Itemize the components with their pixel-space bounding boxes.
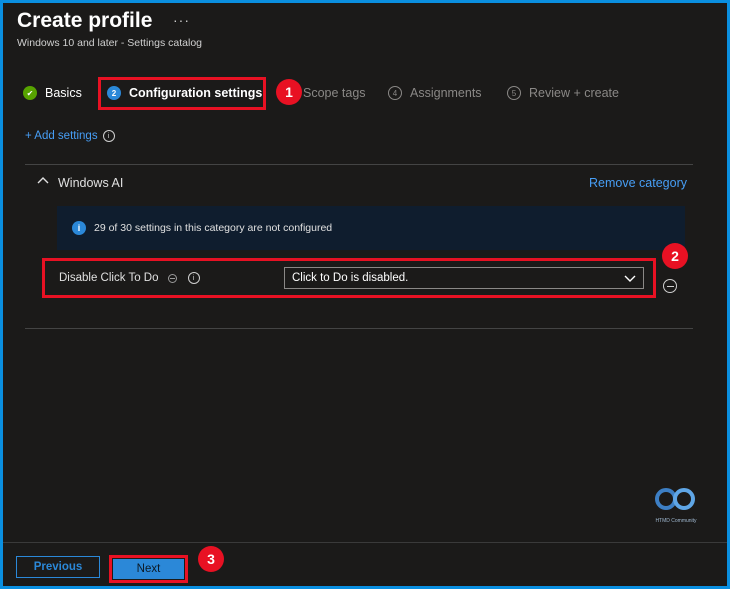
add-settings-link[interactable]: + Add settings i (25, 130, 115, 142)
remove-category-link[interactable]: Remove category (589, 176, 687, 190)
highlight-box-1 (98, 77, 266, 110)
divider (25, 328, 693, 329)
highlight-box-2 (42, 258, 656, 298)
annotation-badge-1: 1 (276, 79, 302, 105)
checkmark-icon: ✔ (23, 86, 37, 100)
divider (25, 164, 693, 165)
step-label: Review + create (529, 86, 619, 100)
remove-setting-icon[interactable] (663, 279, 677, 293)
step-review-create[interactable]: 5 Review + create (507, 81, 619, 105)
logo-text: HTMD Community (655, 518, 697, 524)
page-subtitle: Windows 10 and later - Settings catalog (17, 37, 203, 49)
highlight-box-3 (109, 555, 188, 583)
footer-divider (3, 542, 727, 543)
create-profile-panel: Create profile ··· Windows 10 and later … (0, 0, 730, 589)
annotation-badge-3: 3 (198, 546, 224, 572)
step-basics[interactable]: ✔ Basics (23, 81, 82, 105)
info-icon: i (72, 221, 86, 235)
step-number-icon: 4 (388, 86, 402, 100)
step-label: Scope tags (303, 86, 366, 100)
info-icon: i (102, 130, 115, 142)
category-name: Windows AI (58, 176, 124, 190)
step-label: Basics (45, 86, 82, 100)
chevron-up-icon[interactable] (37, 175, 49, 187)
more-options-icon[interactable]: ··· (173, 12, 190, 28)
step-scope-tags[interactable]: Scope tags (303, 81, 366, 105)
step-assignments[interactable]: 4 Assignments (388, 81, 482, 105)
page-title: Create profile (17, 9, 153, 32)
step-number-icon: 5 (507, 86, 521, 100)
info-banner: i 29 of 30 settings in this category are… (57, 206, 685, 250)
previous-button[interactable]: Previous (16, 556, 100, 578)
info-banner-text: 29 of 30 settings in this category are n… (94, 222, 333, 234)
htmd-community-logo: HTMD Community (648, 486, 704, 524)
step-label: Assignments (410, 86, 482, 100)
add-settings-label: + Add settings (25, 130, 98, 142)
annotation-badge-2: 2 (662, 243, 688, 269)
